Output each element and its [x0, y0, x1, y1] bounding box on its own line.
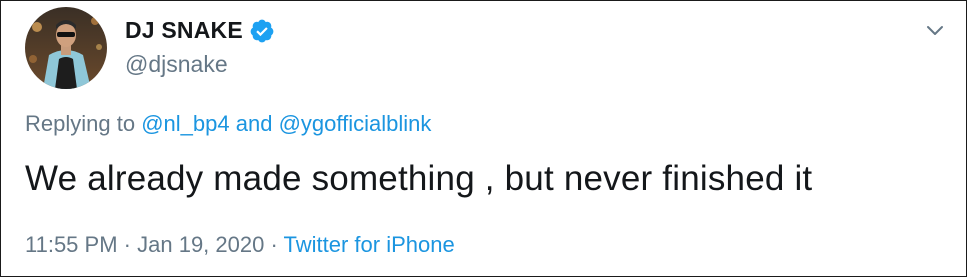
meta-separator: · — [123, 232, 131, 257]
reply-conjunction: and — [235, 111, 273, 136]
reply-user-link-1[interactable]: @nl_bp4 — [141, 111, 229, 136]
tweet-card: DJ SNAKE @djsnake Replying to @nl_bp4 an… — [0, 0, 967, 277]
verified-badge-icon — [249, 18, 275, 44]
tweet-time[interactable]: 11:55 PM — [25, 232, 118, 257]
meta-separator: · — [270, 232, 278, 257]
chevron-down-icon[interactable] — [922, 17, 948, 43]
tweet-source-link[interactable]: Twitter for iPhone — [284, 232, 455, 257]
author-handle[interactable]: @djsnake — [125, 51, 228, 78]
author-name-row[interactable]: DJ SNAKE — [125, 17, 275, 44]
replying-to-line: Replying to @nl_bp4 and @ygofficialblink — [25, 111, 431, 137]
replying-to-label: Replying to — [25, 111, 136, 136]
tweet-date[interactable]: Jan 19, 2020 — [137, 232, 264, 257]
avatar[interactable] — [25, 7, 107, 89]
tweet-meta: 11:55 PM · Jan 19, 2020 · Twitter for iP… — [25, 232, 455, 258]
tweet-text: We already made something , but never fi… — [25, 159, 813, 198]
author-display-name[interactable]: DJ SNAKE — [125, 17, 243, 44]
reply-user-link-2[interactable]: @ygofficialblink — [279, 111, 432, 136]
